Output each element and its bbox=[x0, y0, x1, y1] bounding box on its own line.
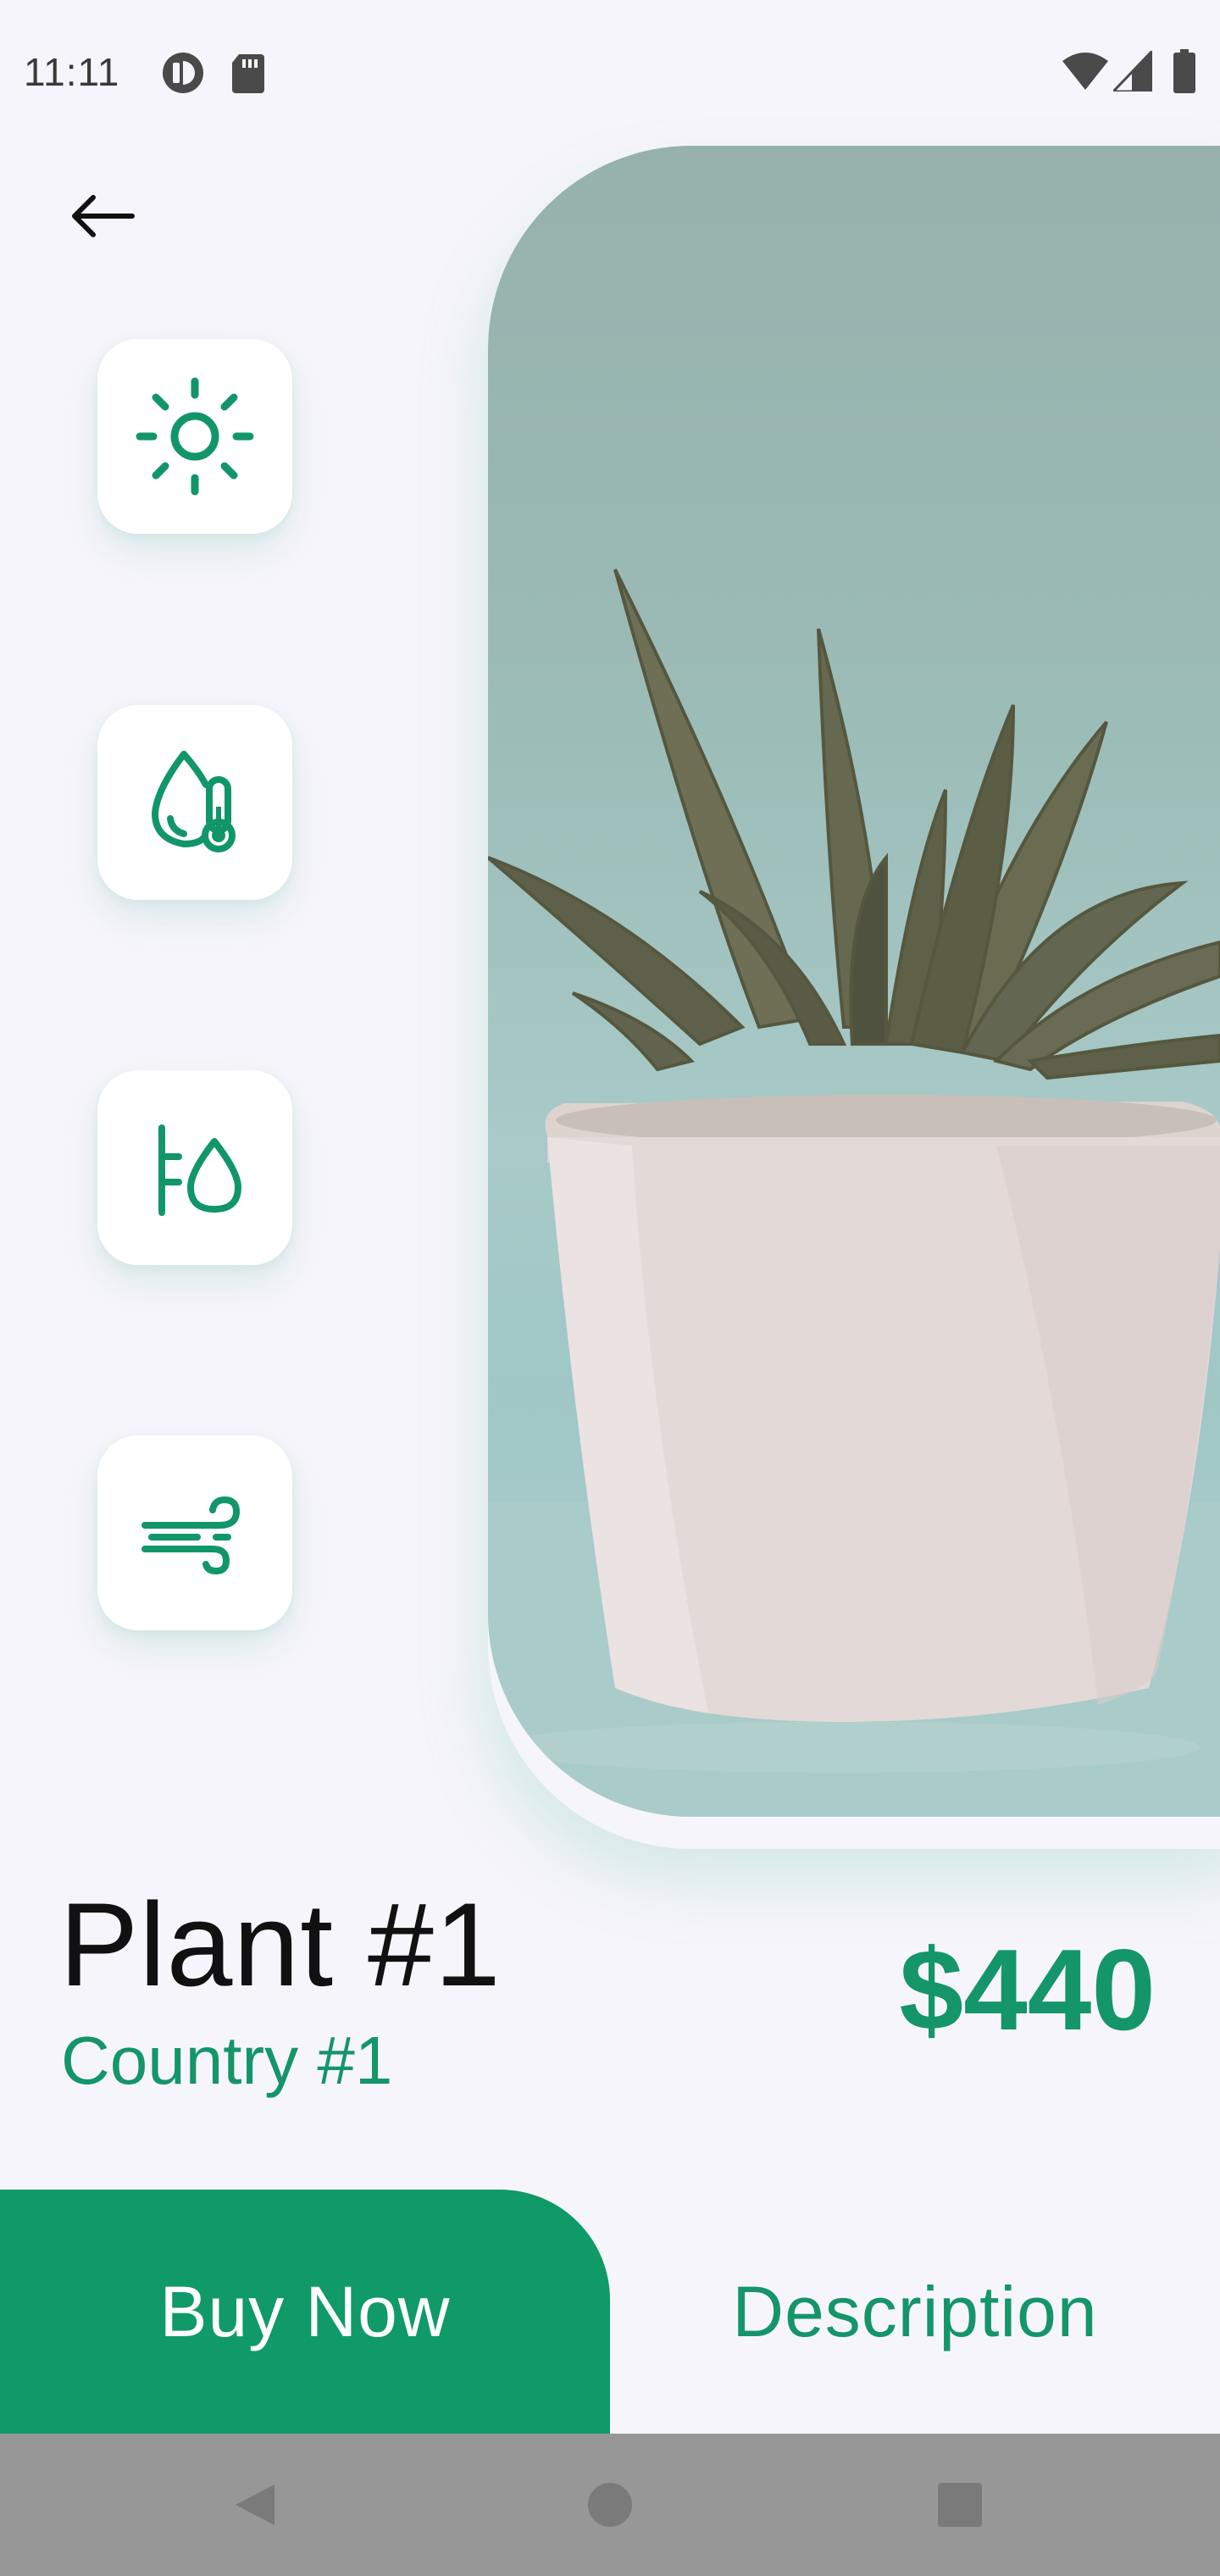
nav-back-icon[interactable] bbox=[229, 2479, 280, 2530]
buy-now-label: Buy Now bbox=[159, 2271, 451, 2351]
watering-icon bbox=[158, 1124, 241, 1216]
arrow-left-icon bbox=[72, 195, 135, 237]
watering-card[interactable] bbox=[97, 1070, 292, 1265]
plant-photo bbox=[488, 146, 1220, 1817]
nav-home-icon[interactable] bbox=[586, 2481, 634, 2529]
battery-icon bbox=[1173, 49, 1195, 93]
plant-country: Country #1 bbox=[61, 2023, 393, 2098]
wifi-icon bbox=[1062, 53, 1108, 90]
plant-detail-screen: 11:11 Plant #1 Country #1 $440 Buy Now D… bbox=[0, 0, 1220, 2576]
plant-price: $440 bbox=[899, 1925, 1156, 2054]
app-notification-icon bbox=[163, 53, 203, 93]
description-label: Description bbox=[732, 2271, 1098, 2351]
wind-card[interactable] bbox=[97, 1435, 292, 1630]
wind-icon bbox=[141, 1496, 240, 1574]
buy-now-button[interactable]: Buy Now bbox=[0, 2190, 610, 2434]
sun-icon bbox=[136, 377, 254, 496]
nav-recents-icon[interactable] bbox=[937, 2482, 983, 2528]
description-button[interactable]: Description bbox=[610, 2190, 1220, 2434]
plant-name: Plant #1 bbox=[59, 1878, 502, 2011]
humidity-card[interactable] bbox=[97, 705, 292, 900]
potted-succulent-illustration bbox=[488, 569, 1220, 1817]
status-bar: 11:11 bbox=[0, 0, 1220, 146]
cell-signal-icon bbox=[1113, 51, 1152, 92]
sunlight-card[interactable] bbox=[97, 339, 292, 534]
humidity-thermometer-icon bbox=[152, 751, 236, 852]
back-button[interactable] bbox=[59, 186, 144, 246]
status-time: 11:11 bbox=[24, 50, 120, 94]
sd-card-icon bbox=[232, 54, 264, 93]
